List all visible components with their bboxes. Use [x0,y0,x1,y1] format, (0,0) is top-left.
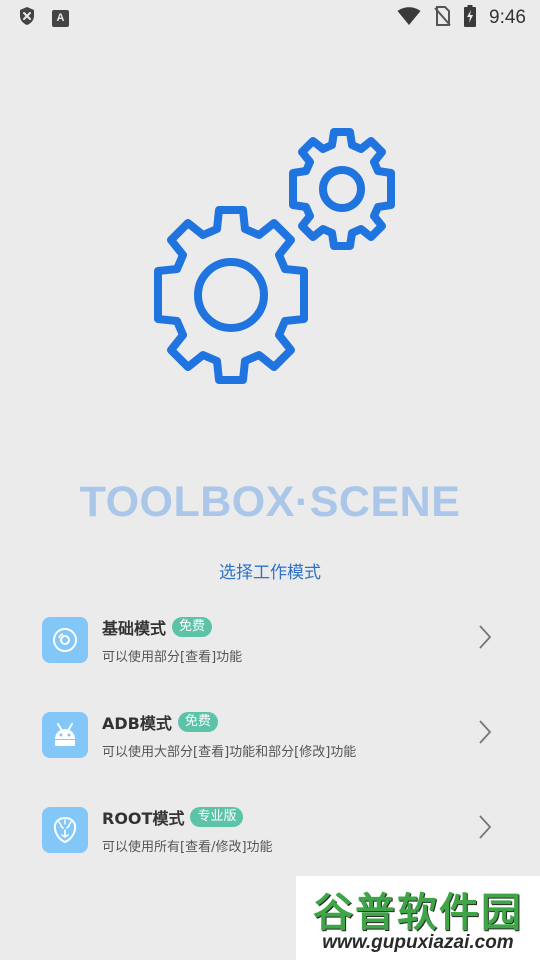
watermark-title: 谷普软件园 [313,890,523,936]
status-bar: A 9:46 [0,0,540,36]
mode-item-root[interactable]: ROOT模式 专业版 可以使用所有[查看/修改]功能 [0,782,540,877]
site-watermark: 谷普软件园 www.gupuxiazai.com [296,876,540,960]
android-icon [42,711,88,758]
mode-description: 可以使用所有[查看/修改]功能 [102,839,273,855]
shield-x-icon [18,6,36,30]
chevron-right-icon [479,815,492,839]
wifi-icon [397,7,421,29]
mode-item-adb[interactable]: ADB模式 免费 可以使用大部分[查看]功能和部分[修改]功能 [0,687,540,782]
mode-badge: 专业版 [190,806,244,827]
disc-icon [42,616,88,663]
battery-charging-icon [463,5,477,31]
mode-description: 可以使用大部分[查看]功能和部分[修改]功能 [102,744,357,760]
select-mode-heading: 选择工作模式 [219,563,321,583]
mode-item-basic[interactable]: 基础模式 免费 可以使用部分[查看]功能 [0,592,540,687]
mode-title: 基础模式 [102,618,167,638]
app-brand-title: TOOLBOX·SCENE [79,478,461,526]
lion-head-icon [42,806,88,853]
a-notification-icon: A [52,9,69,27]
gears-illustration-icon [154,128,395,384]
mode-title: ADB模式 [102,713,172,733]
no-sim-icon [433,6,451,30]
mode-select-screen: A 9:46 TOOLBOX·SCENE 选择工作模式 基础模式 免费 可以使用… [0,0,540,960]
mode-title: ROOT模式 [102,808,185,828]
chevron-right-icon [479,720,492,744]
chevron-right-icon [479,625,492,649]
mode-badge: 免费 [172,616,213,637]
mode-badge: 免费 [177,711,218,732]
status-time: 9:46 [489,7,526,28]
mode-list: 基础模式 免费 可以使用部分[查看]功能 ADB模式 免费 可以使用大部分[查看… [0,592,540,877]
mode-description: 可以使用部分[查看]功能 [102,649,243,665]
watermark-url: www.gupuxiazai.com [322,932,514,953]
